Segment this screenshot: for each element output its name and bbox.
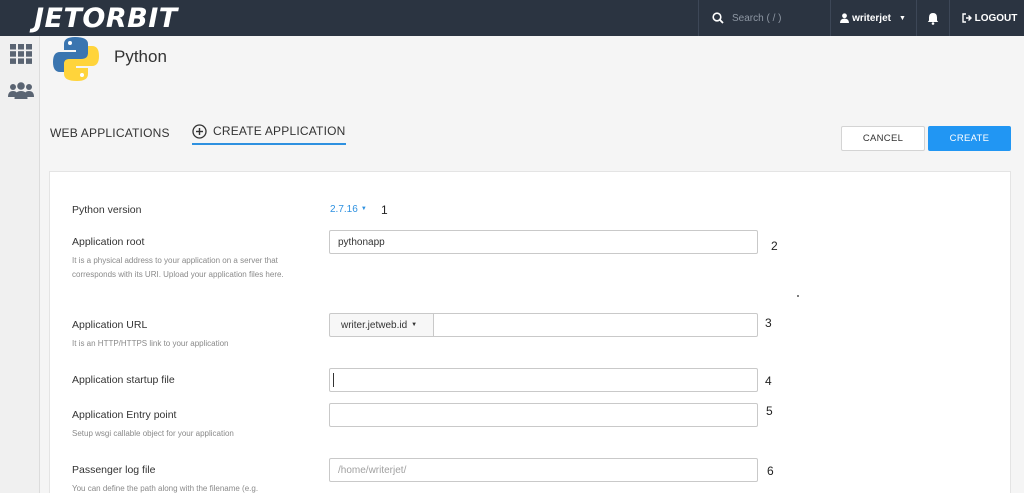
step-marker: 3 xyxy=(765,316,772,330)
python-version-value: 2.7.16 xyxy=(330,204,358,215)
app-root-label: Application root xyxy=(72,236,145,248)
startup-file-label: Application startup file xyxy=(72,374,175,386)
step-marker: 4 xyxy=(765,374,772,388)
caret-down-icon: ▼ xyxy=(898,14,906,22)
app-root-input[interactable] xyxy=(329,230,758,254)
text-cursor xyxy=(333,373,334,387)
tab-create-application[interactable]: CREATE APPLICATION xyxy=(192,121,346,145)
top-navbar: JETORBIT writerjet ▼ LOGOUT xyxy=(0,0,1024,36)
caret-down-icon: ▼ xyxy=(360,206,367,212)
step-marker: 5 xyxy=(766,404,773,418)
sidebar xyxy=(0,36,40,493)
app-url-path-input[interactable] xyxy=(433,313,758,337)
startup-file-input[interactable] xyxy=(329,368,758,392)
search-box[interactable] xyxy=(698,0,829,36)
search-input[interactable] xyxy=(732,12,827,24)
navbar-divider xyxy=(949,0,950,36)
logout-button[interactable]: LOGOUT xyxy=(955,0,1024,36)
logout-label: LOGOUT xyxy=(974,12,1018,24)
passenger-log-hint: You can define the path along with the f… xyxy=(72,484,259,493)
page-title: Python xyxy=(114,47,167,66)
entry-point-label: Application Entry point xyxy=(72,409,177,421)
app-url-hint: It is an HTTP/HTTPS link to your applica… xyxy=(72,339,229,348)
domain-value: writer.jetweb.id xyxy=(341,319,408,331)
user-menu[interactable]: writerjet ▼ xyxy=(830,0,916,36)
python-version-dropdown[interactable]: 2.7.16 ▼ xyxy=(330,204,367,215)
tab-create-label: CREATE APPLICATION xyxy=(213,124,346,138)
app-url-label: Application URL xyxy=(72,319,148,331)
passenger-log-input[interactable] xyxy=(329,458,758,482)
username-label: writerjet xyxy=(852,12,891,24)
app-root-hint: It is a physical address to your applica… xyxy=(72,256,284,279)
step-marker: 6 xyxy=(767,464,774,478)
sidebar-item-apps[interactable] xyxy=(8,41,34,67)
python-logo-icon xyxy=(53,37,99,81)
apps-grid-icon xyxy=(10,44,32,64)
domain-dropdown[interactable]: writer.jetweb.id ▼ xyxy=(329,313,434,337)
sidebar-item-users[interactable] xyxy=(8,78,34,104)
notifications-button[interactable] xyxy=(916,0,949,36)
step-marker: 2 xyxy=(771,239,778,253)
create-button[interactable]: CREATE xyxy=(928,126,1011,151)
entry-point-hint: Setup wsgi callable object for your appl… xyxy=(72,429,234,438)
search-icon xyxy=(712,12,724,24)
brand-logo[interactable]: JETORBIT xyxy=(34,3,178,34)
cancel-button[interactable]: CANCEL xyxy=(841,126,925,151)
bell-icon xyxy=(927,12,938,25)
step-marker: 1 xyxy=(381,203,388,217)
plus-circle-icon xyxy=(192,123,207,139)
user-icon xyxy=(840,13,850,23)
stray-dot xyxy=(797,295,799,297)
caret-down-icon: ▼ xyxy=(411,322,418,328)
entry-point-input[interactable] xyxy=(329,403,758,427)
tab-web-applications[interactable]: WEB APPLICATIONS xyxy=(50,126,170,140)
users-icon xyxy=(8,82,34,99)
logout-icon xyxy=(961,13,972,23)
passenger-log-label: Passenger log file xyxy=(72,464,156,476)
python-version-label: Python version xyxy=(72,204,142,216)
